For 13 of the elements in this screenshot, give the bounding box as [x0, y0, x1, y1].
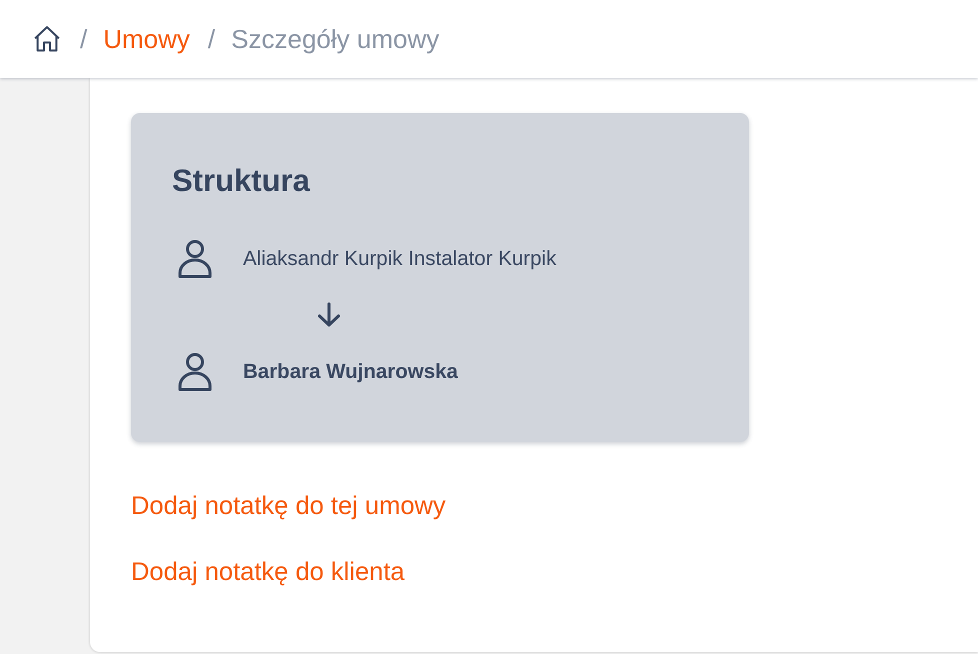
breadcrumb-current: Szczegóły umowy [231, 24, 440, 54]
person-icon [178, 240, 212, 278]
breadcrumb-link[interactable]: Umowy [103, 24, 190, 54]
card-title: Struktura [172, 163, 311, 199]
person-name: Barbara Wujnarowska [243, 360, 458, 384]
add-note-link[interactable]: Dodaj notatkę do tej umowy [131, 491, 446, 521]
add-note-link[interactable]: Dodaj notatkę do klienta [131, 557, 405, 587]
home-icon[interactable] [32, 24, 62, 54]
arrow-down-icon [316, 302, 342, 328]
breadcrumb-separator: / [80, 24, 88, 54]
person-icon [178, 353, 212, 391]
breadcrumb-separator: / [208, 24, 216, 54]
person-name: Aliaksandr Kurpik Instalator Kurpik [243, 247, 556, 271]
